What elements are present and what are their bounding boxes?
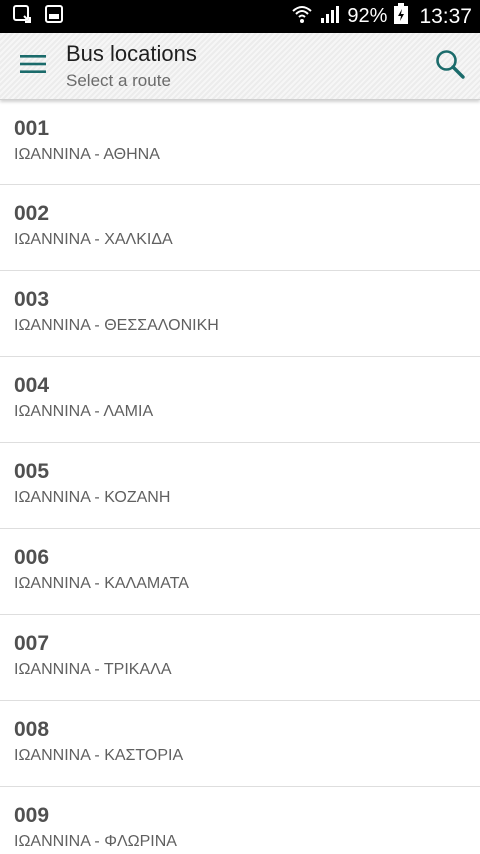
route-name: ΙΩΑΝΝΙΝΑ - ΤΡΙΚΑΛΑ: [14, 661, 172, 678]
route-item-005[interactable]: 005 ΙΩΑΝΝΙΝΑ - ΚΟΖΑΝΗ: [0, 443, 480, 529]
route-item-004[interactable]: 004 ΙΩΑΝΝΙΝΑ - ΛΑΜΙΑ: [0, 357, 480, 443]
route-item-006[interactable]: 006 ΙΩΑΝΝΙΝΑ - ΚΑΛΑΜΑΤΑ: [0, 529, 480, 615]
search-button[interactable]: [420, 33, 480, 100]
route-item-007[interactable]: 007 ΙΩΑΝΝΙΝΑ - ΤΡΙΚΑΛΑ: [0, 615, 480, 701]
route-name: ΙΩΑΝΝΙΝΑ - ΧΑΛΚΙΔΑ: [14, 231, 173, 248]
route-item-002[interactable]: 002 ΙΩΑΝΝΙΝΑ - ΧΑΛΚΙΔΑ: [0, 185, 480, 271]
page-title: Bus locations: [66, 41, 197, 66]
route-code: 008: [14, 718, 50, 741]
route-code: 009: [14, 804, 50, 827]
route-code: 004: [14, 374, 50, 397]
gallery-icon: [44, 4, 64, 29]
route-name: ΙΩΑΝΝΙΝΑ - ΚΑΣΤΟΡΙΑ: [14, 747, 184, 764]
route-item-003[interactable]: 003 ΙΩΑΝΝΙΝΑ - ΘΕΣΣΑΛΟΝΙΚΗ: [0, 271, 480, 357]
route-list: 001 ΙΩΑΝΝΙΝΑ - ΑΘΗΝΑ 002 ΙΩΑΝΝΙΝΑ - ΧΑΛΚ…: [0, 100, 480, 854]
route-item-008[interactable]: 008 ΙΩΑΝΝΙΝΑ - ΚΑΣΤΟΡΙΑ: [0, 701, 480, 787]
route-code: 001: [14, 117, 50, 140]
route-item-009[interactable]: 009 ΙΩΑΝΝΙΝΑ - ΦΛΩΡΙΝΑ: [0, 787, 480, 854]
route-code: 003: [14, 288, 50, 311]
route-name: ΙΩΑΝΝΙΝΑ - ΑΘΗΝΑ: [14, 146, 160, 163]
route-name: ΙΩΑΝΝΙΝΑ - ΘΕΣΣΑΛΟΝΙΚΗ: [14, 317, 219, 334]
signal-icon: [319, 4, 341, 30]
route-name: ΙΩΑΝΝΙΝΑ - ΦΛΩΡΙΝΑ: [14, 833, 177, 850]
menu-button[interactable]: [0, 33, 66, 100]
route-name: ΙΩΑΝΝΙΝΑ - ΛΑΜΙΑ: [14, 403, 154, 420]
route-item-001[interactable]: 001 ΙΩΑΝΝΙΝΑ - ΑΘΗΝΑ: [0, 100, 480, 185]
app-bar-titles: Bus locations Select a route: [66, 39, 420, 93]
app-bar: Bus locations Select a route: [0, 33, 480, 100]
battery-percent: 92%: [347, 5, 388, 27]
clock: 13:37: [419, 4, 472, 28]
route-code: 002: [14, 202, 50, 225]
battery-charging-icon: [393, 2, 409, 31]
wifi-icon: [291, 4, 313, 30]
route-code: 007: [14, 632, 50, 655]
route-name: ΙΩΑΝΝΙΝΑ - ΚΟΖΑΝΗ: [14, 489, 171, 506]
status-notifications: [12, 4, 64, 29]
route-code: 005: [14, 460, 50, 483]
search-icon: [434, 48, 466, 85]
hamburger-menu-icon: [19, 53, 47, 80]
page-subtitle: Select a route: [66, 71, 171, 90]
route-name: ΙΩΑΝΝΙΝΑ - ΚΑΛΑΜΑΤΑ: [14, 575, 189, 592]
screen-cast-icon: [12, 4, 32, 29]
route-code: 006: [14, 546, 50, 569]
status-system: 92% 13:37: [291, 2, 472, 31]
status-bar: 92% 13:37: [0, 0, 480, 33]
